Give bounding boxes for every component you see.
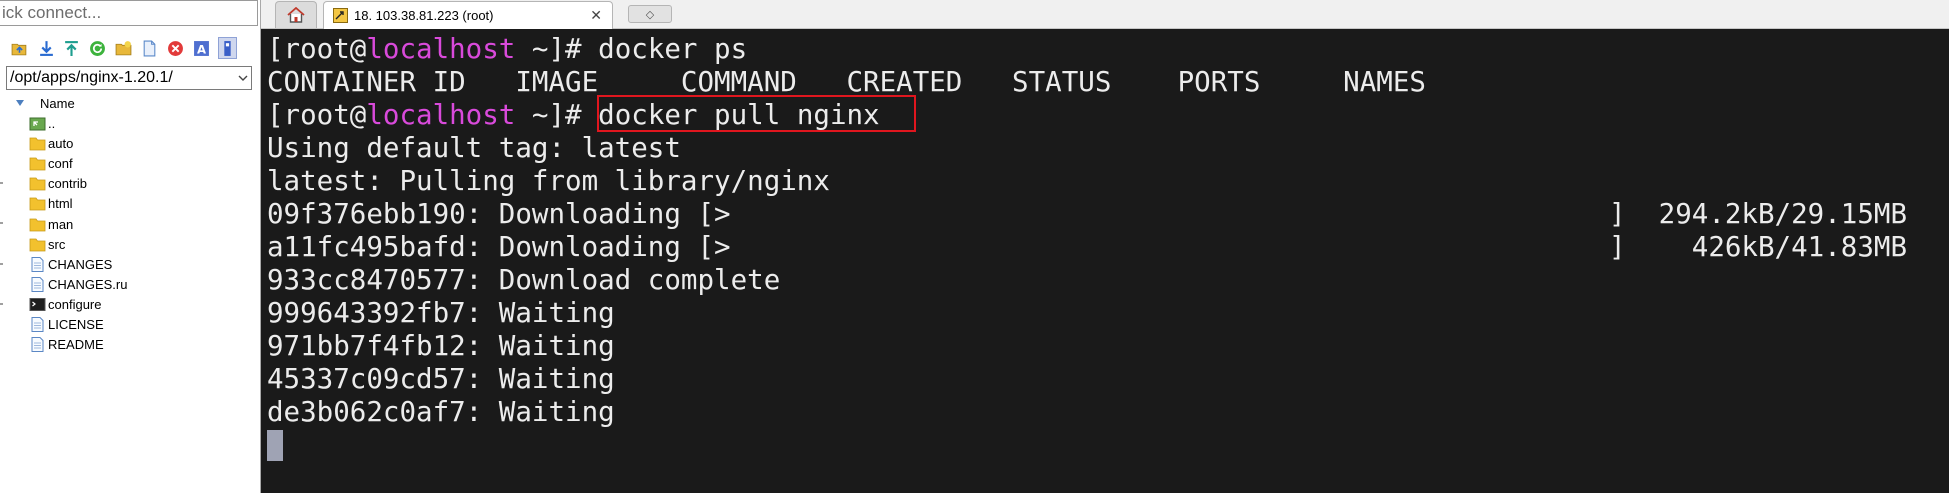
prompt-tail: ~]# [515, 33, 582, 65]
tab-session[interactable]: 18. 103.38.81.223 (root) ✕ [323, 1, 613, 29]
path-dropdown[interactable]: /opt/apps/nginx-1.20.1/ [6, 66, 252, 90]
close-icon[interactable]: ✕ [590, 7, 602, 23]
path-value: /opt/apps/nginx-1.20.1/ [10, 69, 173, 86]
terminal-file-icon [29, 297, 46, 312]
terminal-line: 971bb7f4fb12: Waiting [267, 330, 615, 362]
list-item[interactable]: CHANGES.ru [0, 275, 258, 295]
terminal-line: 999643392fb7: Waiting [267, 297, 615, 329]
upload-icon[interactable] [62, 39, 81, 58]
folder-icon [29, 136, 46, 151]
session-tab-bar: 18. 103.38.81.223 (root) ✕ ◇ [261, 0, 1949, 29]
diamond-icon: ◇ [645, 7, 655, 21]
home-tab[interactable] [275, 1, 317, 28]
list-item-label: conf [48, 156, 73, 172]
list-item-label: configure [48, 296, 102, 312]
list-item[interactable]: configure [0, 295, 258, 315]
chevron-down-icon [238, 75, 248, 81]
svg-text:A: A [197, 42, 206, 56]
terminal-line: 45337c09cd57: Waiting [267, 363, 615, 395]
list-item[interactable]: CHANGES [0, 255, 258, 275]
file-icon [29, 276, 46, 292]
list-item[interactable]: html [0, 194, 258, 214]
folder-icon [29, 217, 46, 232]
list-item[interactable]: LICENSE [0, 315, 258, 335]
terminal-line: [root@localhost ~]# docker ps [267, 33, 747, 66]
list-item[interactable]: README [0, 335, 258, 355]
list-item-label: contrib [48, 176, 88, 192]
file-toolbar: A [0, 34, 258, 64]
delete-icon[interactable] [166, 39, 185, 58]
terminal-line: de3b062c0af7: Waiting [267, 396, 615, 428]
terminal-session-icon [333, 8, 348, 23]
prompt-tail: ~]# [515, 99, 582, 131]
file-icon [29, 337, 46, 353]
name-column-header[interactable]: Name [40, 96, 75, 111]
prompt-user: [root@ [267, 99, 367, 131]
terminal-cursor [267, 430, 283, 461]
prompt-host: localhost [366, 33, 516, 65]
list-item[interactable]: auto [0, 134, 258, 154]
download-progress: ] 294.2kB/29.15MB [1608, 198, 1907, 230]
quick-connect-input[interactable] [0, 0, 258, 26]
folder-icon [29, 237, 46, 252]
folder-icon [29, 156, 46, 171]
download-progress: ] 426kB/41.83MB [1608, 231, 1907, 263]
new-tab-button[interactable]: ◇ [628, 5, 672, 23]
terminal-line: 933cc8470577: Download complete [267, 264, 781, 296]
file-icon [29, 256, 46, 272]
terminal-line: a11fc495bafd: Downloading [> [267, 231, 731, 263]
rename-icon[interactable]: A [192, 39, 211, 58]
terminal[interactable]: [root@localhost ~]# docker ps CONTAINER … [261, 29, 1949, 493]
list-item-label: .. [48, 116, 56, 131]
list-item[interactable]: man [0, 215, 258, 235]
terminal-line: Using default tag: latest [267, 132, 681, 164]
list-item-label: CHANGES [48, 256, 113, 272]
folder-icon [29, 196, 46, 211]
hidden-files-icon[interactable] [218, 37, 237, 59]
list-item-label: auto [48, 136, 74, 152]
new-folder-icon[interactable] [114, 39, 133, 58]
folder-icon [29, 176, 46, 191]
list-item-label: html [48, 196, 73, 212]
new-file-icon[interactable] [140, 39, 159, 58]
expand-toggle-icon[interactable] [15, 98, 25, 108]
file-browser-panel: A /opt/apps/nginx-1.20.1/ Name .. auto con… [0, 0, 261, 493]
list-item[interactable]: src [0, 235, 258, 255]
file-list-header: Name [0, 94, 258, 114]
refresh-icon[interactable] [88, 39, 107, 58]
file-icon [29, 317, 46, 332]
terminal-line: latest: Pulling from library/nginx [267, 165, 830, 197]
list-item[interactable]: conf [0, 154, 258, 174]
parent-folder-icon [29, 116, 46, 131]
list-item-label: man [48, 216, 74, 232]
list-item-label: CHANGES.ru [48, 276, 128, 292]
list-item-label: README [48, 337, 104, 353]
prompt-host: localhost [366, 99, 516, 131]
tab-session-label: 18. 103.38.81.223 (root) [354, 8, 494, 23]
command-text: docker ps [581, 33, 748, 65]
folder-up-icon[interactable] [10, 39, 29, 58]
command-highlight-box [597, 95, 916, 132]
list-item[interactable]: contrib [0, 174, 258, 194]
list-item-label: src [48, 236, 66, 252]
terminal-line: 09f376ebb190: Downloading [> [267, 198, 731, 230]
download-icon[interactable] [37, 39, 56, 58]
home-icon [287, 7, 305, 23]
prompt-user: [root@ [267, 33, 367, 65]
list-item-label: LICENSE [48, 317, 104, 332]
list-item[interactable]: .. [0, 114, 258, 134]
